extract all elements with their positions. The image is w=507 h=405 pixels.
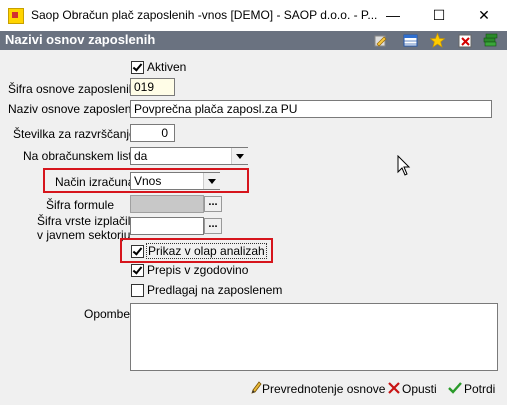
app-icon — [8, 8, 24, 24]
listu-value: da — [134, 149, 148, 163]
books-icon[interactable] — [483, 33, 498, 48]
naziv-label: Naziv osnove zaposlenih — [8, 102, 141, 116]
stevilka-input[interactable]: 0 — [130, 124, 175, 142]
formule-label: Šifra formule — [46, 198, 115, 212]
star-icon[interactable] — [430, 33, 445, 48]
window-title: Saop Obračun plač zaposlenih -vnos [DEMO… — [31, 8, 378, 22]
edit-icon[interactable] — [373, 33, 388, 48]
olap-label: Prikaz v olap analizah — [146, 243, 267, 259]
delete-icon[interactable] — [458, 33, 473, 48]
sifra-label: Šifra osnove zaposlenih — [8, 82, 136, 96]
aktiven-checkbox[interactable] — [131, 61, 144, 74]
nacin-value: Vnos — [134, 174, 162, 188]
zgodovino-checkbox[interactable] — [131, 264, 144, 277]
cursor-icon — [397, 155, 411, 176]
prevrednotenje-button[interactable]: Prevrednotenje osnove — [262, 382, 385, 396]
stevilka-label: Številka za razvrščanje — [13, 127, 136, 141]
formule-browse-button[interactable]: ... — [204, 196, 222, 212]
vrste-label-1: Šifra vrste izplačila — [37, 214, 138, 228]
form-title: Nazivi osnov zaposlenih — [5, 32, 156, 47]
opombe-label: Opombe — [84, 307, 131, 321]
predlagaj-checkbox[interactable] — [131, 284, 144, 297]
cancel-icon[interactable] — [387, 381, 401, 395]
table-icon[interactable] — [403, 33, 418, 48]
opusti-button[interactable]: Opusti — [402, 382, 437, 396]
chevron-down-icon[interactable] — [203, 173, 220, 189]
aktiven-label: Aktiven — [147, 60, 187, 74]
potrdi-button[interactable]: Potrdi — [464, 382, 495, 396]
listu-label: Na obračunskem listu — [23, 149, 139, 163]
pencil-icon[interactable] — [250, 381, 262, 395]
zgodovino-label: Prepis v zgodovino — [147, 263, 249, 277]
checkmark-icon[interactable] — [448, 381, 462, 395]
close-button[interactable]: ✕ — [461, 0, 507, 31]
vrste-browse-button[interactable]: ... — [204, 218, 222, 234]
window-titlebar: Saop Obračun plač zaposlenih -vnos [DEMO… — [0, 0, 507, 32]
maximize-button[interactable]: ☐ — [416, 0, 462, 31]
formule-input — [130, 195, 204, 213]
naziv-input[interactable]: Povprečna plača zaposl.za PU — [130, 100, 492, 118]
minimize-button[interactable]: — — [370, 0, 416, 31]
chevron-down-icon[interactable] — [231, 148, 248, 164]
opombe-textarea[interactable] — [130, 303, 498, 371]
nacin-label: Način izračuna — [55, 175, 135, 189]
sifra-input[interactable]: 019 — [130, 78, 175, 96]
vrste-input[interactable] — [130, 217, 204, 235]
predlagaj-label: Predlagaj na zaposlenem — [147, 283, 283, 297]
form-header: Nazivi osnov zaposlenih — [0, 31, 507, 50]
olap-checkbox[interactable] — [131, 245, 144, 258]
vrste-label-2: v javnem sektorju — [37, 228, 131, 242]
